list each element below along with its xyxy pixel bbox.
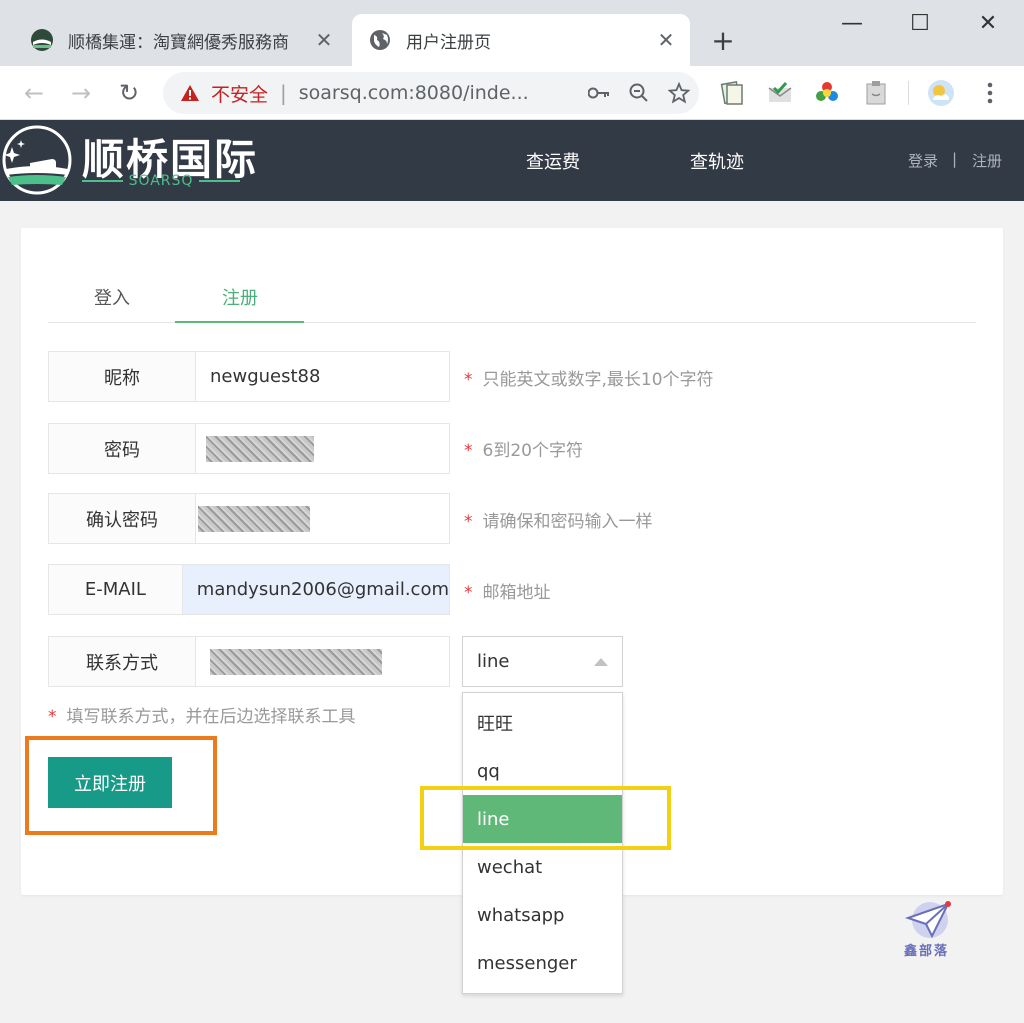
forward-icon[interactable]: → [63,75,99,111]
divider [199,180,240,182]
password-hint: * 6到20个字符 [464,436,583,461]
close-tab-icon[interactable]: ✕ [652,28,680,52]
soarsq-favicon-icon [30,28,54,52]
browser-tab-register[interactable]: 用户注册页 ✕ [352,14,690,66]
confirm-password-hint: * 请确保和密码输入一样 [464,507,653,532]
dropdown-option-whatsapp[interactable]: whatsapp [463,891,622,939]
required-mark: * [48,707,57,727]
masked-value [210,648,382,675]
tab-login[interactable]: 登入 [48,284,176,310]
maximize-icon[interactable]: ☐ [898,6,942,40]
browser-tab-soarsq[interactable]: 顺橋集運：淘寶網優秀服務商 ✕ [14,14,348,66]
masked-value [198,505,310,532]
nickname-hint-text: 只能英文或数字,最长10个字符 [482,370,714,390]
contact-row: 联系方式 [48,636,450,687]
zoom-out-icon[interactable] [619,72,659,114]
email-hint: * 邮箱地址 [464,578,551,603]
required-mark: * [464,512,473,532]
divider: | [280,81,287,105]
select-value: line [477,651,510,672]
dropdown-option-messenger[interactable]: messenger [463,939,622,987]
caret-up-icon [594,658,608,666]
password-label: 密码 [49,424,196,473]
contact-input[interactable] [196,637,449,686]
required-mark: * [464,441,473,461]
minimize-icon[interactable]: — [830,6,874,40]
browser-toolbar: ← → ↻ 不安全 | soarsq.com:8080/inde... [0,66,1024,120]
confirm-password-row: 确认密码 [48,493,450,544]
nickname-row: 昵称 newguest88 [48,351,450,402]
confirm-password-label: 确认密码 [49,494,196,543]
tab-register[interactable]: 注册 [176,284,304,310]
required-mark: * [464,583,473,603]
contact-label: 联系方式 [49,637,196,686]
address-bar[interactable]: 不安全 | soarsq.com:8080/inde... [163,72,699,114]
watermark-text: 鑫部落 [904,944,950,959]
reload-icon[interactable]: ↻ [111,75,147,111]
contact-tool-select[interactable]: line [462,636,623,687]
dropdown-option-wechat[interactable]: wechat [463,843,622,891]
window-close-icon[interactable]: ✕ [966,6,1010,40]
divider [82,180,123,182]
login-link[interactable]: 登录 [908,150,938,171]
mail-check-extension-icon[interactable] [766,79,794,107]
site-header: 顺桥国际 SOARSQ 查运费 查轨迹 登录 | 注册 [0,120,1024,201]
clipboard-extension-icon[interactable] [862,79,890,107]
email-input[interactable]: mandysun2006@gmail.com [182,565,449,614]
active-tab-indicator [175,321,304,323]
url-text[interactable]: soarsq.com:8080/inde... [299,82,579,104]
contact-hint: * 填写联系方式，并在后边选择联系工具 [48,702,356,727]
notes-extension-icon[interactable] [718,79,746,107]
masked-value [206,435,314,462]
nav-track-link[interactable]: 查轨迹 [690,148,744,174]
soarsq-logo-icon[interactable] [2,125,72,195]
dropdown-option-wangwang[interactable]: 旺旺 [463,699,622,747]
new-tab-button[interactable]: + [706,24,740,57]
tab-title: 用户注册页 [406,32,491,53]
nickname-label: 昵称 [49,352,196,401]
colorful-extension-icon[interactable] [813,79,841,107]
profile-avatar-icon[interactable] [927,79,955,107]
highlight-submit-box [25,736,217,835]
brand-sub-text: SOARSQ [128,173,194,189]
divider [908,81,909,105]
contact-hint-text: 填写联系方式，并在后边选择联系工具 [66,707,356,727]
required-mark: * [464,370,473,390]
key-icon[interactable] [579,72,619,114]
close-tab-icon[interactable]: ✕ [310,28,338,52]
confirm-password-hint-text: 请确保和密码输入一样 [482,512,653,532]
email-row: E-MAIL mandysun2006@gmail.com [48,564,450,615]
email-hint-text: 邮箱地址 [482,583,551,603]
email-label: E-MAIL [49,565,183,614]
menu-dots-icon[interactable] [976,79,1004,107]
nav-rate-link[interactable]: 查运费 [526,148,580,174]
warning-icon[interactable] [179,82,201,104]
confirm-password-input[interactable] [196,494,449,543]
nickname-hint: * 只能英文或数字,最长10个字符 [464,365,714,390]
tab-title: 顺橋集運：淘寶網優秀服務商 [68,32,289,53]
register-link[interactable]: 注册 [972,150,1002,171]
nickname-input[interactable]: newguest88 [196,352,449,401]
back-icon[interactable]: ← [16,75,52,111]
brand-subtitle: SOARSQ [82,173,240,189]
password-hint-text: 6到20个字符 [482,441,583,461]
security-label[interactable]: 不安全 [211,80,268,107]
browser-tab-strip: 顺橋集運：淘寶網優秀服務商 ✕ 用户注册页 ✕ + — ☐ ✕ [0,0,1024,66]
highlight-option-box [420,786,671,850]
password-input[interactable] [196,424,449,473]
divider: | [952,150,958,168]
globe-icon [368,28,392,52]
bookmark-star-icon[interactable] [659,72,699,114]
password-row: 密码 [48,423,450,474]
